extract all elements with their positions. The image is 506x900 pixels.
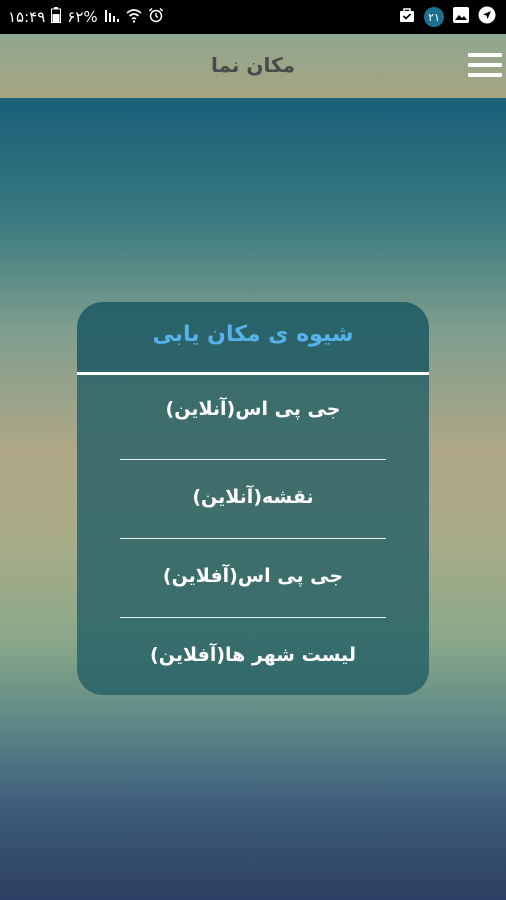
hamburger-menu-icon[interactable] <box>468 50 502 80</box>
option-gps-online[interactable]: جی پی اس(آنلاین) <box>77 398 429 420</box>
battery-icon <box>51 7 62 27</box>
status-bar: ۱۵:۴۹ ۶۲% ۲۱ <box>0 0 506 34</box>
shopping-bag-icon <box>398 6 416 28</box>
location-method-dialog: شیوه ی مکان یابی جی پی اس(آنلاین) نقشه(آ… <box>77 302 429 695</box>
app-title: مکان نما <box>211 53 295 77</box>
dialog-title-divider <box>77 372 429 375</box>
option-city-list-offline[interactable]: لیست شهر ها(آفلاین) <box>77 644 429 666</box>
alarm-icon <box>148 7 164 27</box>
option-gps-offline[interactable]: جی پی اس(آفلاین) <box>77 565 429 587</box>
option-divider <box>120 538 386 539</box>
option-divider <box>120 459 386 460</box>
app-bar: مکان نما <box>0 34 506 98</box>
status-right: ۲۱ <box>398 0 496 34</box>
signal-icon <box>104 7 120 27</box>
battery-percent: ۶۲% <box>67 8 98 26</box>
image-icon <box>452 6 470 28</box>
option-map-online[interactable]: نقشه(آنلاین) <box>77 486 429 508</box>
wifi-icon <box>126 7 142 27</box>
notification-count-badge: ۲۱ <box>424 7 444 27</box>
navigation-arrow-icon <box>478 6 496 28</box>
clock-text: ۱۵:۴۹ <box>8 8 46 26</box>
option-divider <box>120 617 386 618</box>
dialog-title: شیوه ی مکان یابی <box>77 302 429 372</box>
status-left: ۱۵:۴۹ ۶۲% <box>8 0 164 34</box>
